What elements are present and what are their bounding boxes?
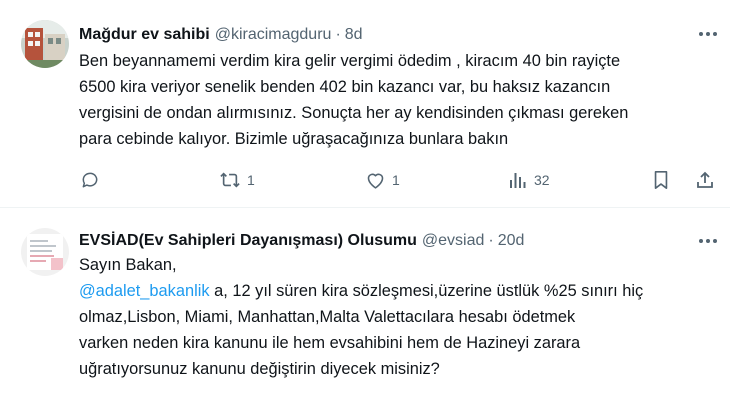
avatar[interactable] <box>21 228 69 276</box>
like-count: 1 <box>392 172 400 188</box>
more-options-button[interactable] <box>696 230 720 252</box>
retweet-icon <box>219 170 241 190</box>
separator-dot: · <box>335 26 341 43</box>
tweet-text-line: Ben beyannamemi verdim kira gelir vergim… <box>79 52 621 70</box>
reply-button[interactable] <box>80 168 100 192</box>
display-name[interactable]: Mağdur ev sahibi <box>79 26 210 44</box>
timestamp[interactable]: 20d <box>498 232 525 250</box>
tweet-text-line: varken neden kira kanunu ile hem evsahib… <box>79 334 581 352</box>
user-handle[interactable]: @kiracimagduru <box>215 26 332 44</box>
retweet-count: 1 <box>247 172 255 188</box>
views-button[interactable]: 32 <box>508 168 550 192</box>
mention-link[interactable]: @adalet_bakanlik <box>79 282 210 300</box>
bookmark-button[interactable] <box>652 168 670 192</box>
like-button[interactable]: 1 <box>365 168 400 192</box>
tweet-header: Mağdur ev sahibi @kiracimagduru · 8d <box>79 24 363 46</box>
retweet-button[interactable]: 1 <box>219 168 255 192</box>
tweet-header: EVSİAD(Ev Sahipleri Dayanışması) Olusumu… <box>79 230 524 252</box>
more-dots-icon <box>698 238 718 244</box>
tweet-text-line: vergisini de ondan alırmısınız. Sonuçta … <box>79 104 629 122</box>
timestamp[interactable]: 8d <box>345 26 363 44</box>
user-handle[interactable]: @evsiad <box>422 232 485 250</box>
tweet-text-line: @adalet_bakanlik a, 12 yıl süren kira sö… <box>79 278 719 304</box>
tweet[interactable]: Mağdur ev sahibi @kiracimagduru · 8d Ben… <box>0 0 730 208</box>
tweet[interactable]: EVSİAD(Ev Sahipleri Dayanışması) Olusumu… <box>0 208 730 420</box>
tweet-text-fragment: a, 12 yıl süren kira sözleşmesi,üzerine … <box>214 282 644 300</box>
separator-dot: · <box>488 232 494 249</box>
tweet-text: Sayın Bakan, @adalet_bakanlik a, 12 yıl … <box>79 252 719 382</box>
more-options-button[interactable] <box>696 23 720 45</box>
tweet-text: Ben beyannamemi verdim kira gelir vergim… <box>79 48 719 152</box>
tweet-text-line: uğratıyorsunuz kanunu değiştirin diyecek… <box>79 360 440 378</box>
share-icon <box>695 170 715 190</box>
like-icon <box>365 170 386 190</box>
avatar[interactable] <box>21 20 69 68</box>
tweet-text-line: 6500 kira veriyor senelik benden 402 bin… <box>79 78 611 96</box>
tweet-text-line: Sayın Bakan, <box>79 256 177 274</box>
more-dots-icon <box>698 31 718 37</box>
tweet-text-line: olmaz,Lisbon, Miami, Manhattan,Malta Val… <box>79 308 576 326</box>
bookmark-icon <box>652 170 670 190</box>
views-count: 32 <box>534 172 550 188</box>
tweet-actions: 1 1 32 <box>79 168 719 192</box>
share-button[interactable] <box>695 168 715 192</box>
reply-icon <box>80 170 100 190</box>
tweet-text-line: para cebinde kalıyor. Bizimle uğraşacağı… <box>79 130 509 148</box>
views-icon <box>508 170 528 190</box>
display-name[interactable]: EVSİAD(Ev Sahipleri Dayanışması) Olusumu <box>79 232 417 250</box>
